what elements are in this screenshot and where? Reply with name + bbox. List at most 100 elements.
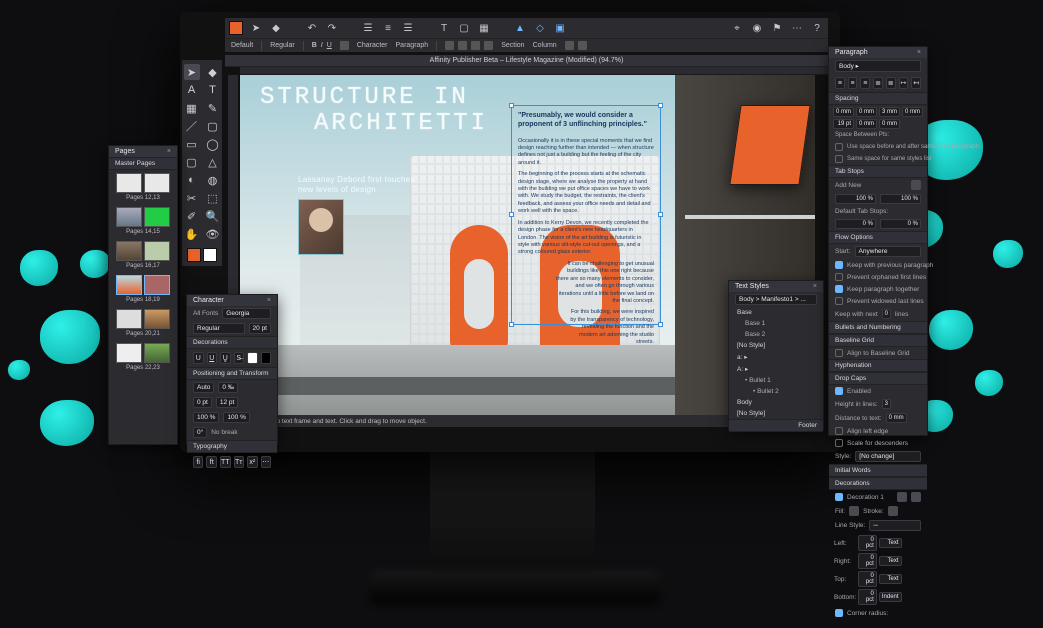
deco1-check[interactable]: [835, 493, 843, 501]
same-style-check[interactable]: [835, 143, 843, 151]
r-mode[interactable]: Text: [879, 556, 902, 566]
style-item[interactable]: Base: [729, 307, 823, 318]
redo-icon[interactable]: ↷: [325, 21, 339, 35]
frame-handle[interactable]: [658, 322, 663, 327]
color-fill-button[interactable]: [247, 352, 258, 364]
initial-words-section[interactable]: Initial Words: [829, 464, 927, 477]
align-baseline-check[interactable]: [835, 349, 843, 357]
style-item[interactable]: [No Style]: [729, 340, 823, 351]
liga2-button[interactable]: ft: [206, 456, 216, 468]
frame-handle[interactable]: [509, 212, 514, 217]
start-field[interactable]: Anywhere: [855, 246, 921, 257]
page-thumb[interactable]: [116, 309, 142, 329]
tabs-section[interactable]: Tab Stops: [829, 165, 927, 178]
flow-section[interactable]: Flow Options: [829, 231, 927, 244]
space-before[interactable]: 0 mm: [856, 119, 877, 129]
preflight-icon[interactable]: ⚑: [770, 21, 784, 35]
color-picker-tool[interactable]: ✐: [184, 208, 200, 224]
indent-left[interactable]: 0 mm: [833, 107, 854, 117]
align-justify-all-button[interactable]: ≣: [886, 77, 896, 89]
style-item[interactable]: A: ▸: [729, 363, 823, 375]
persona-designer-icon[interactable]: ▲: [513, 21, 527, 35]
undo-icon[interactable]: ↶: [305, 21, 319, 35]
column-label[interactable]: Column: [533, 42, 557, 49]
fill-color[interactable]: [849, 506, 859, 516]
style-item[interactable]: a: ▸: [729, 351, 823, 363]
l-field[interactable]: 0 pct: [858, 535, 876, 551]
r-field[interactable]: 0 pct: [858, 553, 876, 569]
liga-button[interactable]: fi: [193, 456, 203, 468]
preview-icon[interactable]: ◉: [750, 21, 764, 35]
headline-text[interactable]: STRUCTURE IN ARCHITETTI: [260, 85, 488, 138]
align-right-icon[interactable]: ☰: [401, 21, 415, 35]
grid-icon[interactable]: ▦: [477, 21, 491, 35]
corner-check[interactable]: [835, 609, 843, 617]
frame-handle[interactable]: [658, 212, 663, 217]
leading-mode[interactable]: 19 pt: [833, 119, 854, 129]
close-icon[interactable]: ×: [917, 49, 921, 56]
stroke-color[interactable]: [888, 506, 898, 516]
underline-none-button[interactable]: U: [193, 352, 204, 364]
transparency-tool[interactable]: ◍: [205, 172, 221, 188]
baseline-section[interactable]: Baseline Grid: [829, 334, 927, 347]
scale-desc-check[interactable]: [835, 439, 843, 447]
super-button[interactable]: x²: [247, 456, 257, 468]
frame-handle[interactable]: [509, 322, 514, 327]
style-item[interactable]: Base 1: [729, 318, 823, 329]
zoom-tool[interactable]: 🔍: [205, 208, 221, 224]
baseline-icon[interactable]: [484, 41, 493, 50]
align-left-check[interactable]: [835, 427, 843, 435]
dc-style-field[interactable]: [No change]: [855, 451, 921, 462]
del-deco-icon[interactable]: [911, 492, 921, 502]
color-swatch[interactable]: [229, 21, 243, 35]
align-left-button[interactable]: ≡: [835, 77, 845, 89]
list-icon[interactable]: [445, 41, 454, 50]
track-field[interactable]: 0 ‰: [218, 382, 238, 393]
font-style-field[interactable]: Regular: [193, 323, 245, 334]
dropcaps-section[interactable]: Drop Caps: [829, 372, 927, 385]
page-thumb[interactable]: [116, 343, 142, 363]
vector-crop-tool[interactable]: ✂: [184, 190, 200, 206]
text-icon[interactable]: T: [437, 21, 451, 35]
table-tool[interactable]: ▦: [184, 100, 200, 116]
artistic-text-tool[interactable]: A: [184, 82, 200, 98]
add-deco-icon[interactable]: [897, 492, 907, 502]
bold-button[interactable]: B: [312, 42, 317, 49]
view-tool[interactable]: 👁: [205, 226, 221, 242]
b-mode[interactable]: Indent: [879, 592, 902, 602]
typography-section[interactable]: Typography: [187, 440, 277, 453]
dropcaps-enabled-check[interactable]: [835, 387, 843, 395]
style-regular-label[interactable]: Regular: [270, 42, 295, 49]
keep-together-check[interactable]: [835, 285, 843, 293]
rounded-rect-tool[interactable]: ▢: [184, 154, 200, 170]
align-towards-spine-button[interactable]: ↦: [899, 77, 909, 89]
misc2-icon[interactable]: [578, 41, 587, 50]
more-typo-button[interactable]: ⋯: [261, 456, 271, 468]
page-thumb[interactable]: [116, 275, 142, 295]
font-family-field[interactable]: Georgia: [222, 308, 271, 319]
b-field[interactable]: 0 pct: [858, 589, 876, 605]
subhead-text[interactable]: Lassanay Debord first touches new levels…: [298, 175, 415, 194]
tabs-add-label[interactable]: Add New: [835, 182, 861, 189]
height-lines-field[interactable]: 3: [882, 399, 891, 409]
flow-icon[interactable]: [471, 41, 480, 50]
shear-field[interactable]: 0°: [193, 427, 207, 438]
page-thumb[interactable]: [116, 241, 142, 261]
tab-icon[interactable]: [458, 41, 467, 50]
align-center-button[interactable]: ≡: [848, 77, 858, 89]
page-thumb[interactable]: [116, 173, 142, 193]
pan-tool[interactable]: ✋: [184, 226, 200, 242]
close-icon[interactable]: ×: [267, 297, 271, 304]
pen-tool[interactable]: ✎: [205, 100, 221, 116]
color-stroke-button[interactable]: [261, 352, 272, 364]
strike-button[interactable]: S̶: [234, 352, 245, 364]
style-item[interactable]: [No Style]: [729, 408, 823, 419]
master-pages-tab[interactable]: Master Pages: [109, 157, 177, 170]
orphan-check[interactable]: [835, 297, 843, 305]
scalev-field[interactable]: 100 %: [223, 412, 249, 423]
page-thumb[interactable]: [144, 207, 170, 227]
page-thumb[interactable]: [144, 173, 170, 193]
picture-icon[interactable]: ▢: [457, 21, 471, 35]
foreground-color[interactable]: [187, 248, 201, 262]
page-thumb[interactable]: [144, 275, 170, 295]
